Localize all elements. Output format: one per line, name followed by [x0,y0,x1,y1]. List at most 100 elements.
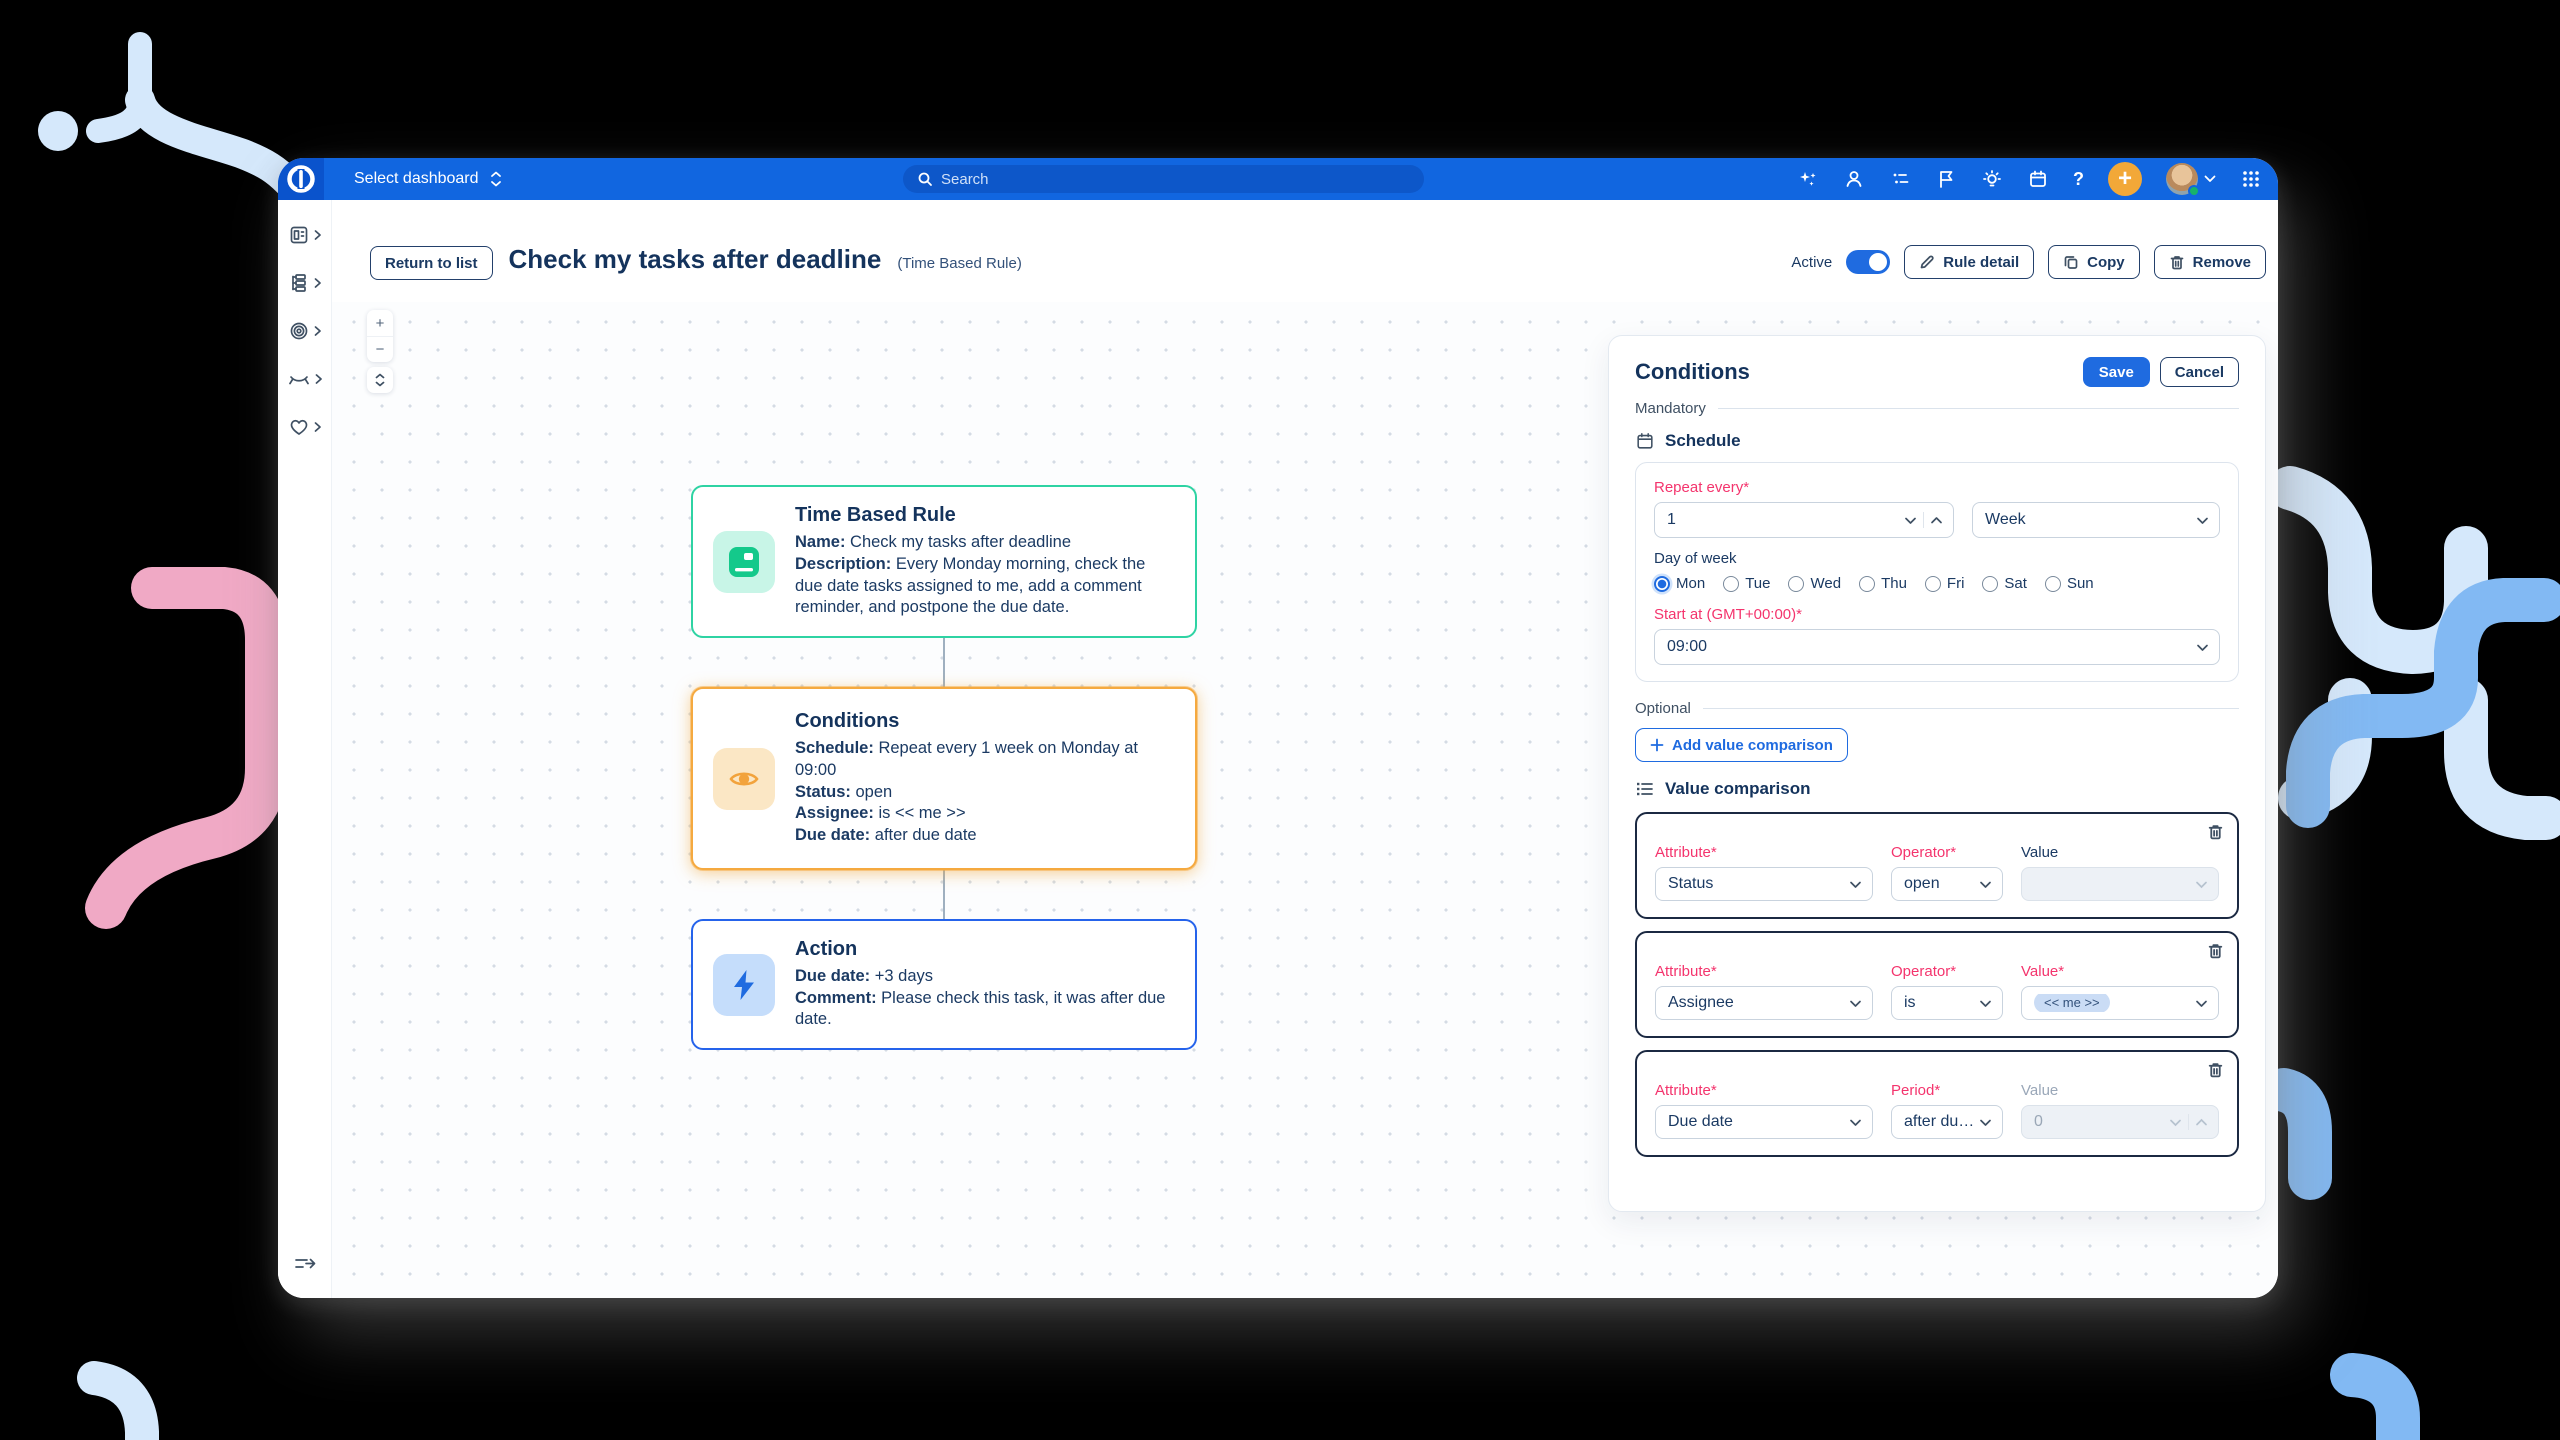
list-icon [1635,779,1655,799]
toggle-knob [1869,253,1887,271]
attribute-label: Attribute* [1655,963,1873,980]
chevron-down-icon [1849,999,1862,1008]
node-line: Schedule: Repeat every 1 week on Monday … [795,738,1175,782]
node-line: Comment: Please check this task, it was … [795,988,1175,1032]
attribute-select[interactable]: Status [1655,867,1873,901]
chevron-up-icon[interactable] [1930,516,1943,525]
search-input[interactable]: Search [903,165,1424,193]
expand-sidebar-button[interactable] [293,1254,317,1274]
apps-grid-icon[interactable] [2240,168,2262,190]
node-title: Conditions [795,710,1175,733]
bolt-icon [713,954,775,1016]
repeat-value-stepper[interactable]: 1 [1654,502,1954,538]
node-line: Due date: +3 days [795,966,1175,988]
tree-icon [288,272,310,294]
sidebar-item-roadmap[interactable] [287,365,323,393]
app-logo[interactable] [278,158,324,200]
main-area: Return to list Check my tasks after dead… [332,200,2278,1298]
page-subtitle: (Time Based Rule) [897,255,1021,272]
mandatory-divider: Mandatory [1635,398,2239,418]
chevron-down-icon [2196,516,2209,525]
day-radio-sat[interactable]: Sat [1982,575,2027,592]
node-line: Assignee: is << me >> [795,803,1175,825]
schedule-section-header: Schedule [1635,430,2239,452]
value-label: Value [2021,1082,2219,1099]
dashboard-selector-label: Select dashboard [354,170,479,188]
delete-comparison-button[interactable] [2207,823,2224,841]
node-action[interactable]: Action Due date: +3 days Comment: Please… [691,919,1197,1050]
chevron-down-icon [1979,1118,1992,1127]
delete-comparison-button[interactable] [2207,1061,2224,1079]
day-radio-fri[interactable]: Fri [1925,575,1965,592]
page-header: Return to list Check my tasks after dead… [370,244,2266,280]
heart-icon [288,416,310,438]
add-value-comparison-button[interactable]: Add value comparison [1635,728,1848,762]
rule-detail-button[interactable]: Rule detail [1904,245,2034,279]
optional-divider: Optional [1635,698,2239,718]
sidebar-item-goals[interactable] [288,317,322,345]
add-button[interactable]: + [2108,162,2142,196]
ai-sparkles-icon[interactable] [1797,168,1819,190]
chevron-down-icon[interactable] [1904,516,1917,525]
chevron-down-icon [1849,1118,1862,1127]
start-at-label: Start at (GMT+00:00)* [1654,606,2220,623]
chevron-right-icon [313,421,322,433]
value-comparison-label: Value comparison [1665,779,1811,799]
node-time-based-rule[interactable]: Time Based Rule Name: Check my tasks aft… [691,485,1197,638]
avatar[interactable] [2166,163,2198,195]
me-token-chip[interactable]: << me >> [2034,994,2110,1012]
node-line: Name: Check my tasks after deadline [795,532,1175,554]
chevron-right-icon [313,229,322,241]
zoom-in-button[interactable]: + [367,310,393,336]
operator-select[interactable]: open [1891,867,2003,901]
period-label: Period* [1891,1082,2003,1099]
attribute-select[interactable]: Due date [1655,1105,1873,1139]
attribute-select[interactable]: Assignee [1655,986,1873,1020]
sidebar-item-dashboard[interactable] [288,221,322,249]
sidebar-item-favorites[interactable] [288,413,322,441]
return-to-list-button[interactable]: Return to list [370,246,493,280]
chevron-down-icon [2196,643,2209,652]
value-select [2021,867,2219,901]
attribute-label: Attribute* [1655,844,1873,861]
day-radio-thu[interactable]: Thu [1859,575,1907,592]
day-radio-wed[interactable]: Wed [1788,575,1841,592]
lightbulb-icon[interactable] [1981,168,2003,190]
sidebar-item-projects[interactable] [288,269,322,297]
day-radio-sun[interactable]: Sun [2045,575,2094,592]
value-select[interactable]: << me >> [2021,986,2219,1020]
mandatory-label: Mandatory [1635,400,1706,417]
save-button[interactable]: Save [2083,357,2150,387]
repeat-unit-select[interactable]: Week [1972,502,2220,538]
start-time-select[interactable]: 09:00 [1654,629,2220,665]
delete-comparison-button[interactable] [2207,942,2224,960]
cancel-button[interactable]: Cancel [2160,357,2239,387]
topbar-icons: ? + [1797,158,2262,200]
chevron-up-icon [2195,1118,2208,1127]
day-radio-mon[interactable]: Mon [1654,575,1705,592]
plus-icon [1650,738,1664,752]
help-icon[interactable]: ? [2073,169,2084,190]
calendar-icon[interactable] [2027,168,2049,190]
checklist-icon[interactable] [1889,168,1911,190]
fit-view-button[interactable] [367,367,393,393]
dashboard-selector[interactable]: Select dashboard [354,170,503,188]
operator-select[interactable]: is [1891,986,2003,1020]
user-icon[interactable] [1843,168,1865,190]
arc-icon [287,368,311,390]
trash-icon [2207,942,2224,960]
node-title: Action [795,938,1175,961]
day-radio-tue[interactable]: Tue [1723,575,1770,592]
zoom-out-button[interactable]: − [367,336,393,362]
copy-button[interactable]: Copy [2048,245,2140,279]
user-menu[interactable] [2166,163,2216,195]
value-comparison-header: Value comparison [1635,778,2239,800]
page-title: Check my tasks after deadline [509,244,882,275]
active-toggle[interactable] [1846,250,1890,274]
comparison-card: Attribute* Status Operator* open [1635,812,2239,919]
node-line: Due date: after due date [795,825,1175,847]
flag-icon[interactable] [1935,168,1957,190]
node-conditions[interactable]: Conditions Schedule: Repeat every 1 week… [691,687,1197,870]
period-select[interactable]: after due ... [1891,1105,2003,1139]
remove-button[interactable]: Remove [2154,245,2266,279]
